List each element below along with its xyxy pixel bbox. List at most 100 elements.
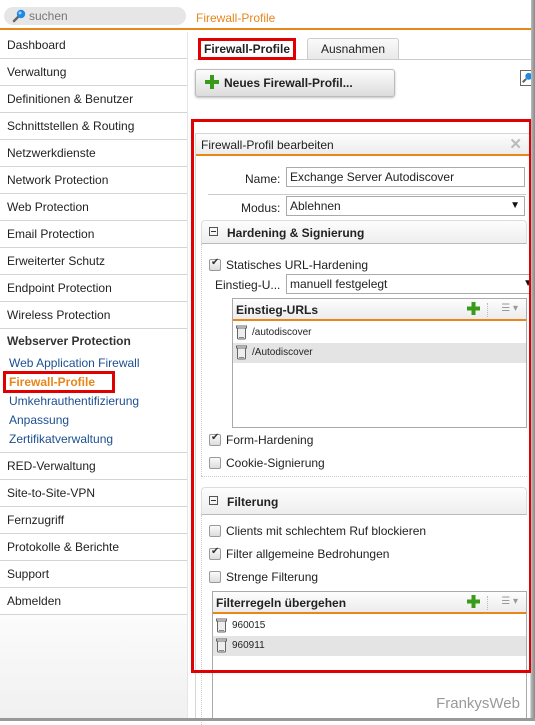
sidebar-item-support[interactable]: Support <box>0 561 187 588</box>
sidebar-item-web-protection[interactable]: Web Protection <box>0 194 187 221</box>
separator <box>487 303 488 317</box>
list-menu-icon[interactable]: ☰ ▾ <box>501 596 518 607</box>
mode-label: Modus: <box>241 201 281 215</box>
new-firewall-profile-button[interactable]: Neues Firewall-Profil... <box>195 69 395 97</box>
block-bad-reputation-checkbox[interactable]: Clients mit schlechtem Ruf blockieren <box>209 524 469 540</box>
dropdown-arrow-icon: ▼ <box>510 200 520 211</box>
checkbox[interactable] <box>209 457 221 469</box>
tab-divider <box>194 59 531 60</box>
top-bar: suchen Firewall-Profile <box>0 0 531 30</box>
sidebar-group-webserver-protection: Webserver Protection Web Application Fir… <box>0 329 187 453</box>
section-title: Filterung <box>227 495 279 509</box>
sidebar-item-red-verwaltung[interactable]: RED-Verwaltung <box>0 453 187 480</box>
search-input[interactable]: suchen <box>4 7 186 25</box>
edit-profile-panel: Firewall-Profil bearbeiten ✕ Name: Modus… <box>195 133 533 725</box>
plus-icon <box>205 75 219 89</box>
breadcrumb: Firewall-Profile <box>196 11 276 25</box>
divider <box>208 194 526 195</box>
panel-title: Firewall-Profil bearbeiten <box>201 138 334 152</box>
new-firewall-profile-label: Neues Firewall-Profil... <box>224 76 353 90</box>
strict-filtering-checkbox[interactable]: Strenge Filterung <box>209 570 409 586</box>
sidebar-item-network-protection[interactable]: Network Protection <box>0 167 187 194</box>
entry-urls-list: Einstieg-URLs ☰ ▾ /autodiscover/Autodisc… <box>232 298 527 428</box>
sidebar-subitem-zertifikatverwaltung[interactable]: Zertifikatverwaltung <box>0 430 187 449</box>
list-item-text: /Autodiscover <box>252 347 313 358</box>
name-input[interactable] <box>286 167 525 187</box>
checkbox-label: Strenge Filterung <box>226 570 319 584</box>
checkbox[interactable] <box>209 257 221 271</box>
checkbox[interactable] <box>209 546 221 560</box>
common-threats-checkbox[interactable]: Filter allgemeine Bedrohungen <box>209 546 429 563</box>
sidebar-item-netzwerkdienste[interactable]: Netzwerkdienste <box>0 140 187 167</box>
sidebar-item-email-protection[interactable]: Email Protection <box>0 221 187 248</box>
search-placeholder: suchen <box>29 9 68 23</box>
checkbox[interactable] <box>209 432 221 446</box>
trash-icon[interactable] <box>236 345 247 360</box>
mode-select[interactable]: Ablehnen ▼ <box>286 196 525 216</box>
list-item-text: /autodiscover <box>252 327 312 338</box>
close-icon[interactable]: ✕ <box>509 137 522 152</box>
list-header: Einstieg-URLs ☰ ▾ <box>233 299 526 321</box>
form-hardening-checkbox[interactable]: Form-Hardening <box>209 432 409 449</box>
checkbox-label: Cookie-Signierung <box>226 456 325 470</box>
trash-icon[interactable] <box>216 618 227 633</box>
sidebar-subitem-web-application-firewall[interactable]: Web Application Firewall <box>0 354 187 373</box>
sidebar-subitem-umkehrauthentifizierung[interactable]: Umkehrauthentifizierung <box>0 392 187 411</box>
tab-label: Ausnahmen <box>320 42 386 56</box>
sidebar-item-site-to-site-vpn[interactable]: Site-to-Site-VPN <box>0 480 187 507</box>
static-url-hardening-checkbox[interactable]: Statisches URL-Hardening <box>209 257 409 274</box>
sidebar-item-erweiterter-schutz[interactable]: Erweiterter Schutz <box>0 248 187 275</box>
checkbox-label: Clients mit schlechtem Ruf blockieren <box>226 524 427 538</box>
list-item[interactable]: /autodiscover <box>233 323 526 343</box>
sidebar-item-definitionen-and-benutzer[interactable]: Definitionen & Benutzer <box>0 86 187 113</box>
section-filtering-header[interactable]: Filterung <box>201 487 527 515</box>
entry-urls-value: manuell festgelegt <box>290 277 388 291</box>
checkbox-label: Filter allgemeine Bedrohungen <box>226 547 390 561</box>
add-icon[interactable] <box>467 302 480 315</box>
list-menu-icon[interactable]: ☰ ▾ <box>501 303 518 314</box>
sidebar: Dashboard Verwaltung Definitionen & Benutz… <box>0 32 188 721</box>
list-item[interactable]: 960911 <box>213 636 526 656</box>
sidebar-item-verwaltung[interactable]: Verwaltung <box>0 59 187 86</box>
sidebar-item-abmelden[interactable]: Abmelden <box>0 588 187 615</box>
list-item-text: 960911 <box>232 640 265 651</box>
checkbox-label: Form-Hardening <box>226 433 314 447</box>
window-edge <box>531 0 535 721</box>
list-item[interactable]: 960015 <box>213 616 526 636</box>
collapse-icon[interactable] <box>209 227 218 236</box>
section-title: Hardening & Signierung <box>227 226 365 240</box>
magnifier-icon <box>12 9 26 23</box>
entry-urls-label: Einstieg-U... <box>215 278 281 292</box>
sidebar-item-endpoint-protection[interactable]: Endpoint Protection <box>0 275 187 302</box>
sidebar-subitem-firewall-profile[interactable]: Firewall-Profile <box>0 373 187 392</box>
section-border <box>201 244 202 476</box>
tab-exceptions[interactable]: Ausnahmen <box>307 38 399 60</box>
trash-icon[interactable] <box>236 325 247 340</box>
section-border <box>201 476 527 477</box>
sidebar-item-fernzugriff[interactable]: Fernzugriff <box>0 507 187 534</box>
sidebar-subitem-anpassung[interactable]: Anpassung <box>0 411 187 430</box>
sidebar-group-title[interactable]: Webserver Protection <box>0 329 187 354</box>
separator <box>487 596 488 610</box>
sidebar-item-dashboard[interactable]: Dashboard <box>0 32 187 59</box>
checkbox[interactable] <box>209 571 221 583</box>
section-hardening-header[interactable]: Hardening & Signierung <box>201 220 527 244</box>
tab-firewall-profile[interactable]: Firewall-Profile <box>198 38 296 60</box>
list-header: Filterregeln übergehen ☰ ▾ <box>213 592 526 614</box>
panel-header: Firewall-Profil bearbeiten ✕ <box>196 134 530 156</box>
sidebar-item-protokolle-and-berichte[interactable]: Protokolle & Berichte <box>0 534 187 561</box>
sidebar-item-schnittstellen-and-routing[interactable]: Schnittstellen & Routing <box>0 113 187 140</box>
list-item[interactable]: /Autodiscover <box>233 343 526 363</box>
tab-label: Firewall-Profile <box>203 42 291 56</box>
trash-icon[interactable] <box>216 638 227 653</box>
list-title: Filterregeln übergehen <box>216 596 347 610</box>
entry-urls-select[interactable]: manuell festgelegt ▼ <box>286 274 533 294</box>
list-item-text: 960015 <box>232 620 266 631</box>
skip-rules-list: Filterregeln übergehen ☰ ▾ 960015 960911 … <box>212 591 527 721</box>
add-icon[interactable] <box>467 595 480 608</box>
checkbox[interactable] <box>209 525 221 537</box>
watermark: FrankysWeb <box>436 695 520 712</box>
sidebar-item-wireless-protection[interactable]: Wireless Protection <box>0 302 187 329</box>
collapse-icon[interactable] <box>209 496 218 505</box>
cookie-signing-checkbox[interactable]: Cookie-Signierung <box>209 456 409 472</box>
